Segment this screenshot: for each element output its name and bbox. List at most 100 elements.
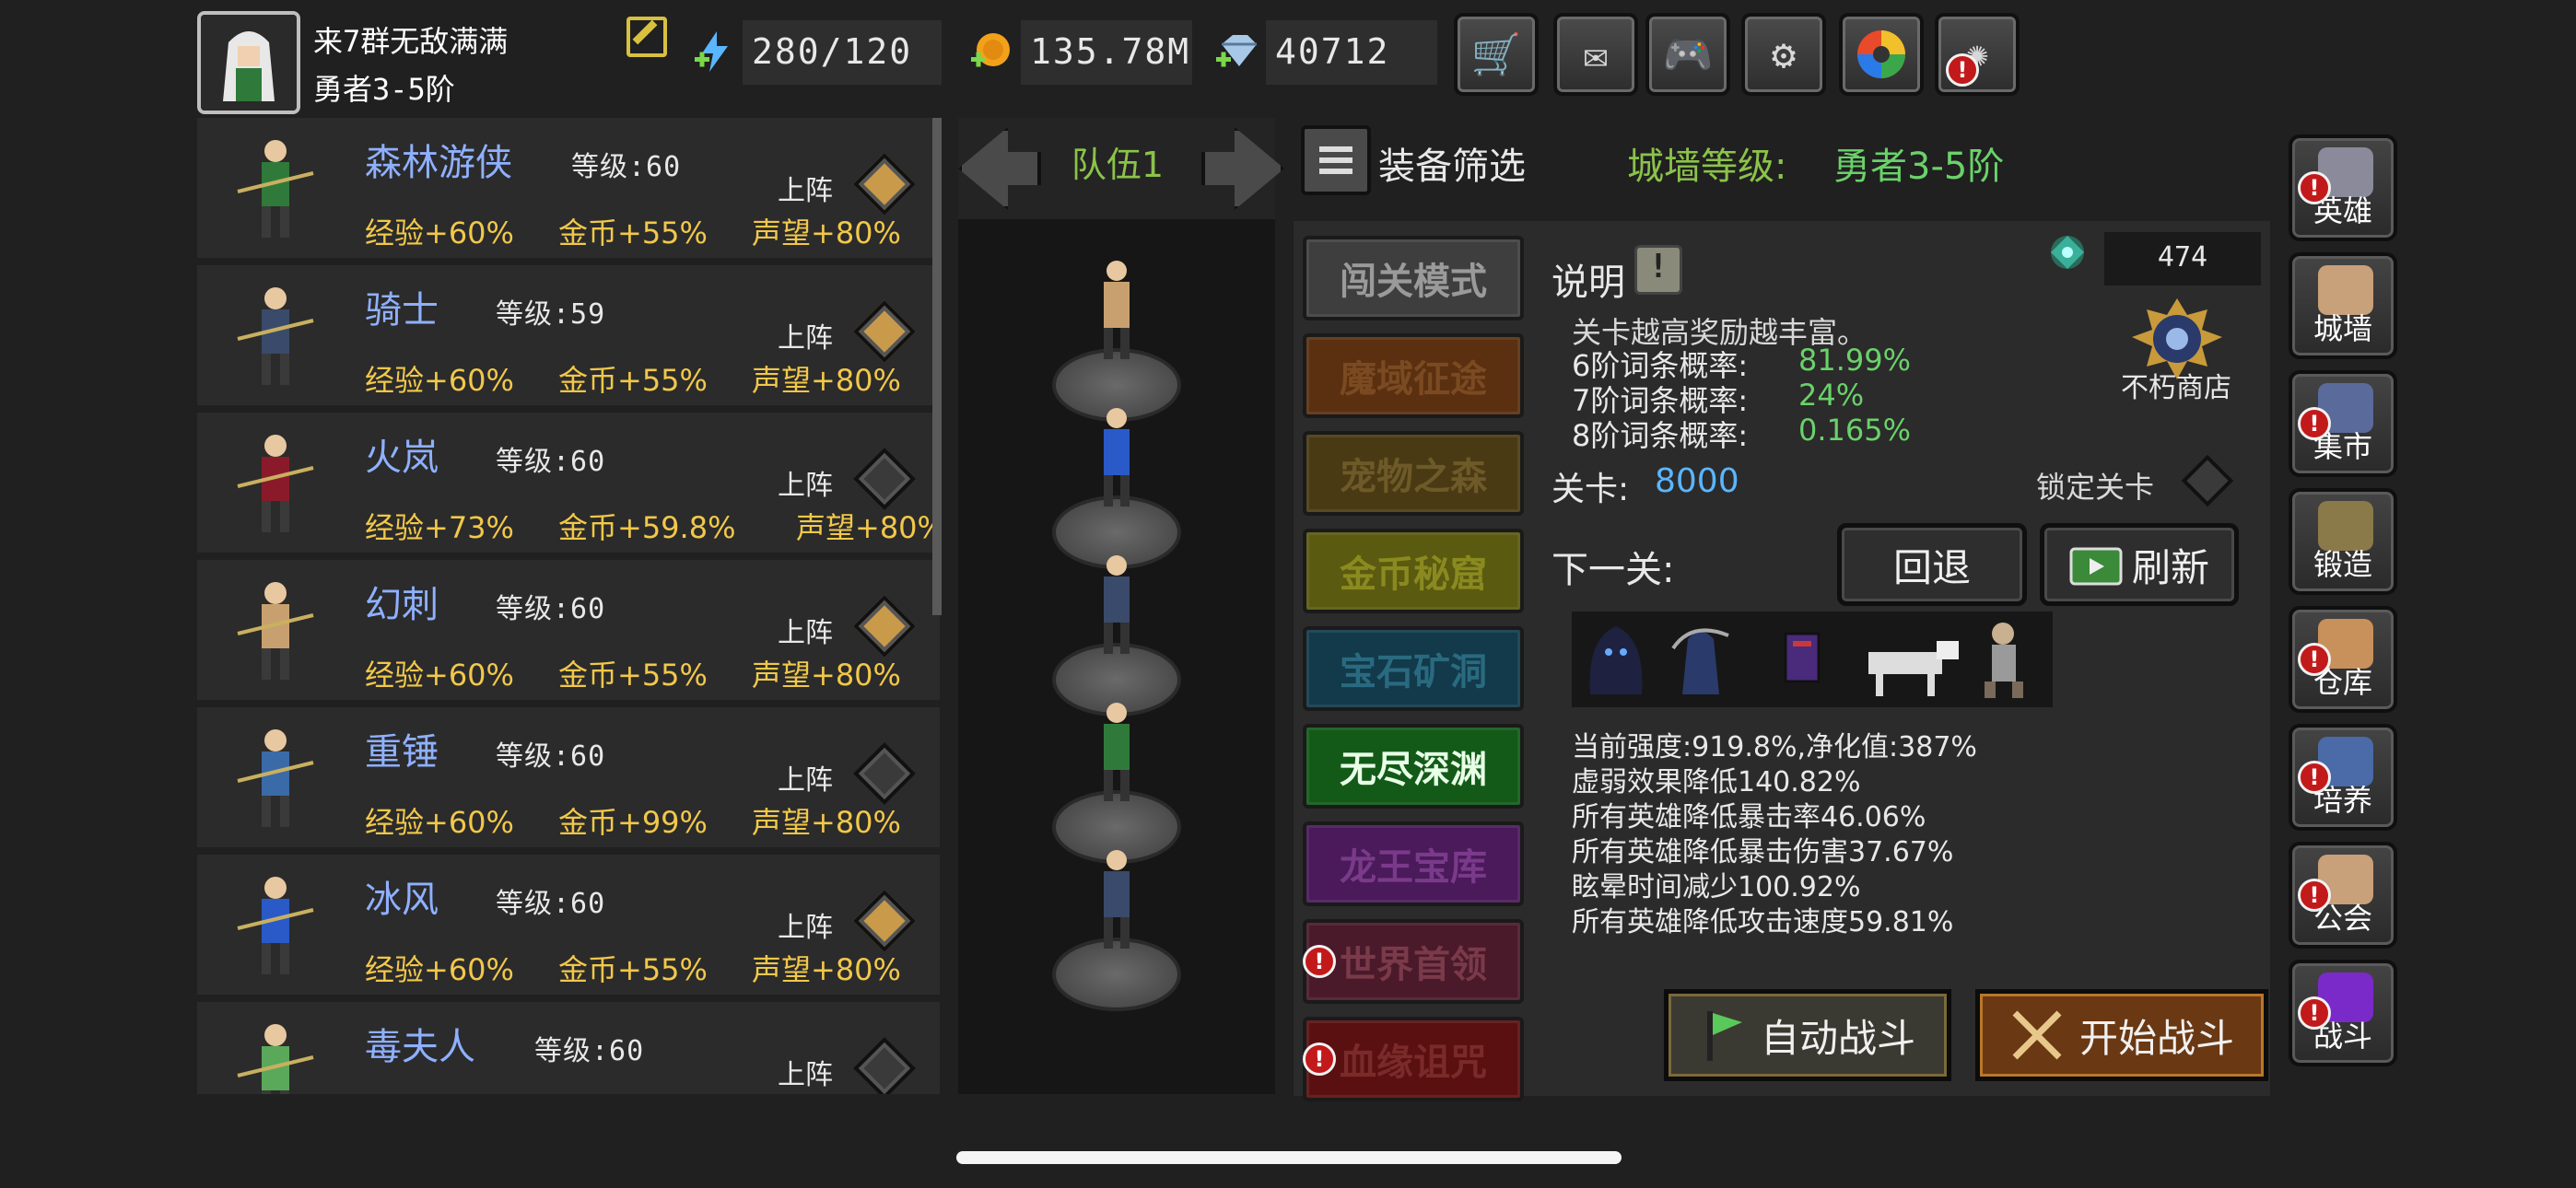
player-avatar[interactable] (197, 11, 300, 114)
sidebar-button[interactable]: 城墙 (2289, 252, 2397, 359)
crystal-counter: 474 (2104, 232, 2261, 285)
hero-name: 火岚 (365, 437, 439, 479)
edit-name-icon[interactable] (626, 17, 667, 57)
mail-button[interactable]: ✉ (1553, 13, 1638, 96)
auto-battle-button[interactable]: 自动战斗 (1664, 989, 1951, 1081)
deploy-toggle[interactable] (853, 300, 916, 363)
deploy-toggle[interactable] (853, 742, 916, 805)
hero-name: 冰风 (365, 879, 439, 921)
deploy-label: 上阵 (778, 175, 833, 207)
deploy-label: 上阵 (778, 322, 833, 355)
hero-row[interactable]: 毒夫人 等级:60 上阵 (197, 1002, 940, 1094)
p8-label: 8阶词条概率: (1572, 418, 1749, 453)
sidebar-button[interactable]: 公会! (2289, 842, 2397, 949)
hero-level: 等级:60 (571, 151, 682, 183)
mode-button[interactable]: 血缘诅咒! (1303, 1017, 1524, 1101)
mode-button-label: 宠物之森 (1340, 456, 1487, 498)
mode-button[interactable]: 宠物之森 (1303, 431, 1524, 516)
info-help-icon[interactable]: ! (1634, 245, 1682, 295)
stage-panel: 闯关模式 魔域征途 宠物之森 金币秘窟 宝石矿洞 无尽深渊 龙王宝库 世界首领! 血缘诅咒! 说… (1294, 221, 2270, 1101)
hero-fame-bonus: 声望+80% (752, 952, 901, 987)
mode-button[interactable]: 无尽深渊 (1303, 724, 1524, 809)
hero-row[interactable]: 冰风 等级:60 经验+60% 金币+55% 声望+80% 上阵 (197, 855, 940, 995)
player-rank: 勇者3-5阶 (313, 72, 455, 107)
mode-button[interactable]: 魔域征途 (1303, 333, 1524, 418)
alert-icon: ! (1946, 53, 1979, 87)
mode-button-label: 金币秘窟 (1340, 553, 1487, 596)
hero-gold-bonus: 金币+55% (558, 658, 708, 693)
hero-gold-bonus: 金币+59.8% (558, 510, 736, 545)
hero-list[interactable]: 森林游侠 等级:60 经验+60% 金币+55% 声望+80% 上阵 骑士 等级:59 经验+6… (197, 118, 940, 1094)
hero-level: 等级:60 (496, 593, 606, 625)
team-prev-arrow-icon[interactable] (958, 127, 1041, 210)
team-slot-hero-icon[interactable] (1080, 698, 1153, 809)
lock-stage-label[interactable]: 锁定关卡 (2036, 464, 2154, 507)
wall-level-value: 勇者3-5阶 (1833, 146, 2005, 188)
equipment-filter-label[interactable]: 装备筛选 (1378, 136, 1526, 190)
enemy-reaper-icon (1671, 628, 1729, 694)
energy-plus-icon[interactable] (693, 29, 737, 74)
deploy-toggle[interactable] (853, 448, 916, 510)
team-slot-hero-icon[interactable] (1080, 256, 1153, 367)
mode-button[interactable]: 金币秘窟 (1303, 529, 1524, 613)
gold-plus-icon[interactable] (969, 29, 1013, 74)
fireworks-button[interactable]: ✺ ! (1935, 13, 2020, 96)
mode-button-label: 闯关模式 (1340, 261, 1487, 303)
mode-button[interactable]: 龙王宝库 (1303, 821, 1524, 906)
team-slot-hero-icon[interactable] (1080, 551, 1153, 661)
mode-button[interactable]: 世界首领! (1303, 919, 1524, 1004)
refresh-button[interactable]: 刷新 (2040, 523, 2239, 606)
sidebar-button[interactable]: 战斗! (2289, 960, 2397, 1066)
deploy-label: 上阵 (778, 470, 833, 502)
hero-level: 等级:60 (534, 1035, 645, 1067)
immortal-shop-label[interactable]: 不朽商店 (2121, 365, 2231, 405)
mode-button[interactable]: 宝石矿洞 (1303, 626, 1524, 711)
deploy-toggle[interactable] (853, 1037, 916, 1094)
enemy-book-icon (1784, 632, 1821, 683)
lock-stage-toggle[interactable] (2181, 454, 2234, 507)
sidebar-button[interactable]: 集市! (2289, 370, 2397, 477)
hero-row[interactable]: 森林游侠 等级:60 经验+60% 金币+55% 声望+80% 上阵 (197, 118, 940, 258)
home-indicator[interactable] (956, 1151, 1622, 1164)
enemy-shadow-icon (1589, 626, 1643, 694)
sidebar-button[interactable]: 仓库! (2289, 606, 2397, 713)
hero-row[interactable]: 火岚 等级:60 经验+73% 金币+59.8% 声望+80% 上阵 (197, 413, 940, 553)
hero-row[interactable]: 重锤 等级:60 经验+60% 金币+99% 声望+80% 上阵 (197, 707, 940, 847)
mode-button[interactable]: 闯关模式 (1303, 236, 1524, 320)
hero-list-scrollbar[interactable] (932, 118, 942, 615)
hero-row[interactable]: 幻刺 等级:60 经验+60% 金币+55% 声望+80% 上阵 (197, 560, 940, 700)
deploy-toggle[interactable] (853, 890, 916, 952)
start-battle-button[interactable]: 开始战斗 (1975, 989, 2268, 1081)
gamepad-button[interactable]: 🎮 (1645, 13, 1730, 96)
back-button[interactable]: 回退 (1837, 523, 2027, 606)
alert-icon: ! (2298, 761, 2331, 794)
hero-name: 重锤 (365, 731, 439, 774)
hero-sprite-icon (225, 1017, 326, 1094)
gem-plus-icon[interactable] (1214, 29, 1259, 74)
hero-sprite-icon (225, 575, 326, 687)
mode-button-label: 宝石矿洞 (1340, 651, 1487, 693)
color-wheel-button[interactable] (1839, 13, 1924, 96)
deploy-toggle[interactable] (853, 153, 916, 215)
flag-icon (1706, 1011, 1742, 1061)
mail-icon: ✉ (1583, 30, 1609, 78)
settings-button[interactable]: ⚙ (1741, 13, 1826, 96)
alert-icon: ! (2298, 171, 2331, 204)
team-slot-hero-icon[interactable] (1080, 403, 1153, 514)
hero-row[interactable]: 骑士 等级:59 经验+60% 金币+55% 声望+80% 上阵 (197, 265, 940, 405)
enemy-skeleton-beast-icon (1868, 641, 1959, 696)
crossed-swords-icon (2012, 1010, 2062, 1060)
team-next-arrow-icon[interactable] (1201, 127, 1284, 210)
team-slot-hero-icon[interactable] (1080, 845, 1153, 956)
p7-value: 24% (1798, 378, 1865, 413)
sidebar-button[interactable]: 锻造 (2289, 488, 2397, 595)
auto-battle-label: 自动战斗 (1760, 1015, 1915, 1061)
shop-cart-button[interactable]: 🛒 (1454, 13, 1539, 96)
hero-exp-bonus: 经验+60% (365, 363, 514, 398)
deploy-toggle[interactable] (853, 595, 916, 658)
hero-name: 森林游侠 (365, 142, 512, 184)
stage-stat-line: 所有英雄降低攻击速度59.81% (1572, 906, 1954, 938)
equipment-filter-button[interactable] (1301, 125, 1371, 195)
sidebar-button[interactable]: 英雄! (2289, 134, 2397, 241)
sidebar-button[interactable]: 培养! (2289, 724, 2397, 831)
